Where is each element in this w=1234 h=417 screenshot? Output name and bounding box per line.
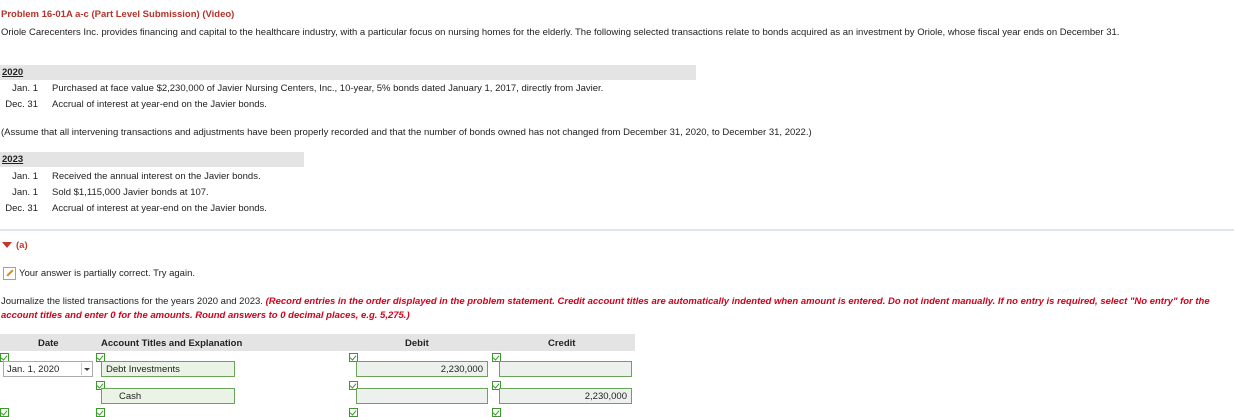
problem-title: Problem 16-01A a-c (Part Level Submissio… (1, 9, 235, 20)
credit-input[interactable] (499, 361, 632, 377)
instruction-plain: Journalize the listed transactions for t… (1, 296, 266, 307)
year-header-2023: 2023 (0, 152, 304, 167)
year-label: 2020 (2, 67, 24, 78)
transaction-date: Dec. 31 (5, 99, 38, 110)
header-account: Account Titles and Explanation (101, 338, 243, 349)
credit-input[interactable]: 2,230,000 (499, 388, 632, 404)
header-credit: Credit (548, 338, 576, 349)
check-icon (0, 408, 9, 417)
header-debit: Debit (405, 338, 429, 349)
transaction-date: Jan. 1 (12, 171, 38, 182)
transaction-date: Dec. 31 (5, 203, 38, 214)
collapse-arrow-icon (2, 242, 12, 249)
answer-status: Your answer is partially correct. Try ag… (3, 267, 195, 280)
status-text: Your answer is partially correct. Try ag… (19, 268, 196, 280)
transaction-date: Jan. 1 (12, 187, 38, 198)
transaction-text: Accrual of interest at year-end on the J… (52, 203, 267, 214)
part-a-toggle[interactable]: (a) (2, 240, 28, 251)
year-label: 2023 (2, 154, 24, 165)
journal-table-header: Date Account Titles and Explanation Debi… (0, 334, 635, 351)
transaction-date: Jan. 1 (12, 83, 38, 94)
debit-input[interactable] (356, 388, 488, 404)
part-a-label: (a) (16, 240, 28, 251)
assumption-note: (Assume that all intervening transaction… (1, 127, 812, 138)
problem-intro: Oriole Carecenters Inc. provides financi… (1, 27, 1120, 38)
header-date: Date (38, 338, 59, 349)
account-title-input[interactable]: Debt Investments (101, 361, 235, 377)
check-icon (349, 408, 358, 417)
transaction-text: Sold $1,115,000 Javier bonds at 107. (52, 187, 209, 198)
account-title-input[interactable]: Cash (101, 388, 235, 404)
date-select[interactable]: Jan. 1, 2020 (3, 361, 93, 377)
pencil-icon (3, 267, 16, 280)
dropdown-arrow-icon (81, 363, 91, 375)
transaction-text: Received the annual interest on the Javi… (52, 171, 261, 182)
section-divider (0, 229, 1234, 231)
transaction-text: Purchased at face value $2,230,000 of Ja… (52, 83, 604, 94)
transaction-text: Accrual of interest at year-end on the J… (52, 99, 267, 110)
date-value: Jan. 1, 2020 (7, 364, 60, 375)
check-icon (492, 408, 501, 417)
year-header-2020: 2020 (0, 65, 696, 80)
debit-input[interactable]: 2,230,000 (356, 361, 488, 377)
check-icon (96, 408, 105, 417)
instructions: Journalize the listed transactions for t… (1, 295, 1234, 322)
